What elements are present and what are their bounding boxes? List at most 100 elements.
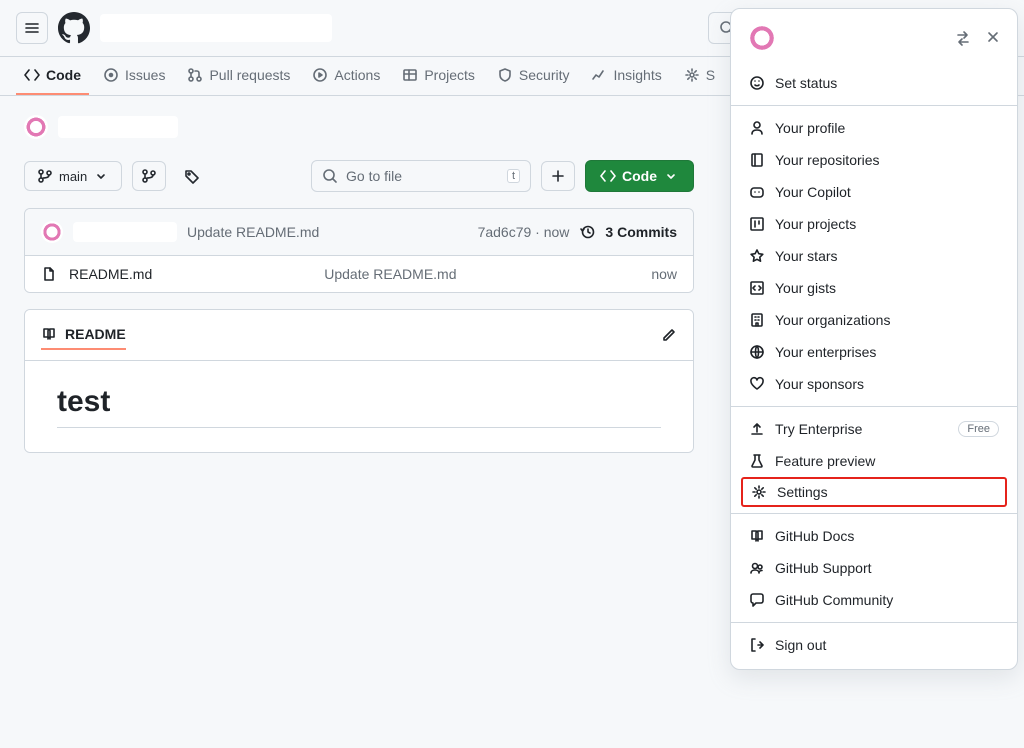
beaker-icon: [749, 453, 765, 469]
switch-icon[interactable]: [955, 30, 971, 46]
menu-sponsors[interactable]: Your sponsors: [731, 368, 1017, 400]
menu-enterprises[interactable]: Your enterprises: [731, 336, 1017, 368]
tab-insights[interactable]: Insights: [583, 57, 669, 95]
tab-actions[interactable]: Actions: [304, 57, 388, 95]
menu-community-label: GitHub Community: [775, 592, 893, 608]
code-square-icon: [749, 280, 765, 296]
tab-code[interactable]: Code: [16, 57, 89, 95]
people-icon: [749, 560, 765, 576]
menu-feature-preview[interactable]: Feature preview: [731, 445, 1017, 477]
goto-key: t: [507, 169, 520, 183]
menu-docs-label: GitHub Docs: [775, 528, 854, 544]
pull-request-icon: [187, 67, 203, 83]
tab-settings-label: S: [706, 67, 715, 83]
add-file-button[interactable]: [541, 161, 575, 191]
gear-icon: [751, 484, 767, 500]
tab-code-label: Code: [46, 67, 81, 83]
menu-repos[interactable]: Your repositories: [731, 144, 1017, 176]
menu-support-label: GitHub Support: [775, 560, 872, 576]
menu-orgs-label: Your organizations: [775, 312, 890, 328]
project-icon: [749, 216, 765, 232]
menu-copilot[interactable]: Your Copilot: [731, 176, 1017, 208]
avatar[interactable]: [24, 115, 48, 139]
code-button-label: Code: [622, 168, 657, 184]
menu-stars[interactable]: Your stars: [731, 240, 1017, 272]
menu-preview-label: Feature preview: [775, 453, 875, 469]
file-commit-msg: Update README.md: [324, 266, 456, 282]
menu-signout[interactable]: Sign out: [731, 629, 1017, 661]
readme-heading: test: [57, 385, 661, 428]
gear-icon: [684, 67, 700, 83]
close-icon[interactable]: [985, 30, 1001, 46]
file-list: Update README.md 7ad6c79 · now 3 Commits…: [24, 208, 694, 293]
menu-docs[interactable]: GitHub Docs: [731, 520, 1017, 552]
menu-community[interactable]: GitHub Community: [731, 584, 1017, 616]
menu-projects-label: Your projects: [775, 216, 856, 232]
commit-author-redacted: [73, 222, 177, 242]
heart-icon: [749, 376, 765, 392]
file-row[interactable]: README.md Update README.md now: [25, 256, 693, 292]
menu-gists[interactable]: Your gists: [731, 272, 1017, 304]
tab-security[interactable]: Security: [489, 57, 578, 95]
github-logo[interactable]: [58, 12, 90, 44]
readme-tab-label: README: [65, 326, 126, 342]
menu-try-ent-label: Try Enterprise: [775, 421, 862, 437]
globe-icon: [749, 344, 765, 360]
tab-security-label: Security: [519, 67, 570, 83]
menu-support[interactable]: GitHub Support: [731, 552, 1017, 584]
table-icon: [402, 67, 418, 83]
code-icon: [600, 168, 616, 184]
menu-toggle[interactable]: [16, 12, 48, 44]
tab-projects[interactable]: Projects: [394, 57, 483, 95]
menu-settings[interactable]: Settings: [751, 484, 997, 500]
separator: [731, 622, 1017, 623]
menu-profile-label: Your profile: [775, 120, 845, 136]
commit-meta[interactable]: 7ad6c79 · now: [478, 224, 570, 240]
menu-set-status[interactable]: Set status: [731, 67, 1017, 99]
person-icon: [749, 120, 765, 136]
repo-icon: [749, 152, 765, 168]
pencil-icon[interactable]: [661, 327, 677, 343]
commits-count[interactable]: 3 Commits: [605, 224, 677, 240]
file-when: now: [651, 266, 677, 282]
goto-placeholder: Go to file: [346, 168, 402, 184]
menu-repos-label: Your repositories: [775, 152, 880, 168]
copilot-icon: [749, 184, 765, 200]
tab-actions-label: Actions: [334, 67, 380, 83]
branch-select[interactable]: main: [24, 161, 122, 191]
menu-profile[interactable]: Your profile: [731, 112, 1017, 144]
tab-pulls-label: Pull requests: [209, 67, 290, 83]
goto-file-input[interactable]: Go to file t: [311, 160, 531, 192]
tab-settings-partial[interactable]: S: [676, 57, 723, 95]
branches-button[interactable]: [132, 161, 166, 191]
tag-icon: [184, 168, 200, 184]
separator: [731, 513, 1017, 514]
branch-icon: [141, 168, 157, 184]
tab-insights-label: Insights: [613, 67, 661, 83]
code-button[interactable]: Code: [585, 160, 694, 192]
commit-avatar[interactable]: [41, 221, 63, 243]
menu-settings-label: Settings: [777, 484, 828, 500]
commit-message[interactable]: Update README.md: [187, 224, 319, 240]
separator: [731, 406, 1017, 407]
hamburger-icon: [24, 20, 40, 36]
menu-orgs[interactable]: Your organizations: [731, 304, 1017, 336]
tab-issues[interactable]: Issues: [95, 57, 173, 95]
branch-name: main: [59, 169, 87, 184]
menu-projects[interactable]: Your projects: [731, 208, 1017, 240]
file-icon: [41, 266, 57, 282]
user-menu-panel: Set status Your profile Your repositorie…: [730, 8, 1018, 670]
caret-down-icon: [663, 168, 679, 184]
tab-projects-label: Projects: [424, 67, 475, 83]
play-icon: [312, 67, 328, 83]
menu-gists-label: Your gists: [775, 280, 836, 296]
tab-pulls[interactable]: Pull requests: [179, 57, 298, 95]
menu-enterprises-label: Your enterprises: [775, 344, 876, 360]
star-icon: [749, 248, 765, 264]
menu-try-enterprise[interactable]: Try Enterprise Free: [731, 413, 1017, 445]
tags-button[interactable]: [176, 161, 208, 191]
readme-tab[interactable]: README: [41, 320, 126, 350]
panel-avatar[interactable]: [747, 23, 777, 53]
book-icon: [41, 326, 57, 342]
free-badge: Free: [958, 421, 999, 437]
